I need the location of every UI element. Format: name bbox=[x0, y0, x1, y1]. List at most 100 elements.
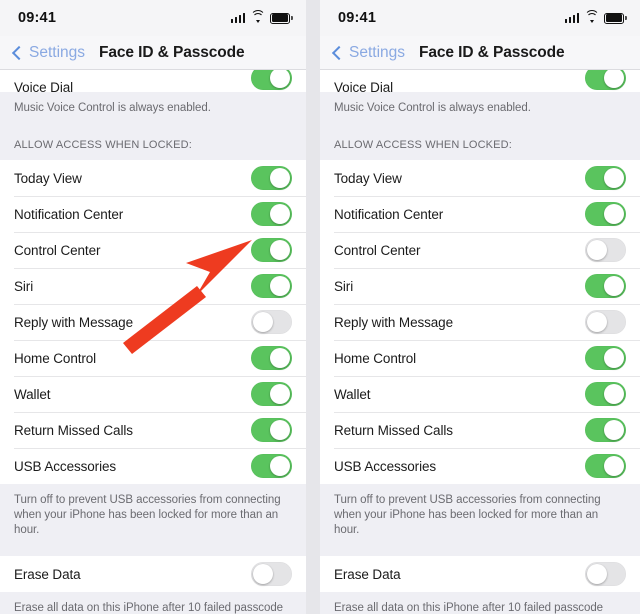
row-today-view[interactable]: Today View bbox=[0, 160, 306, 196]
row-label: Siri bbox=[334, 278, 354, 294]
row-label: Return Missed Calls bbox=[14, 422, 133, 438]
notification-center-toggle[interactable] bbox=[251, 202, 292, 226]
section-header-allow-access: ALLOW ACCESS WHEN LOCKED: bbox=[0, 125, 306, 160]
row-label: Notification Center bbox=[14, 206, 124, 222]
today-view-toggle[interactable] bbox=[585, 166, 626, 190]
back-button-label: Settings bbox=[29, 43, 86, 61]
page-title: Face ID & Passcode bbox=[99, 43, 245, 61]
row-label: Voice Dial bbox=[14, 80, 74, 92]
row-erase-data[interactable]: Erase Data bbox=[320, 556, 640, 592]
erase-data-note: Erase all data on this iPhone after 10 f… bbox=[320, 592, 640, 614]
panel-divider bbox=[306, 0, 320, 614]
usb-accessories-toggle[interactable] bbox=[251, 454, 292, 478]
return-missed-calls-toggle[interactable] bbox=[585, 418, 626, 442]
voice-dial-toggle[interactable] bbox=[585, 70, 626, 90]
row-label: Siri bbox=[14, 278, 34, 294]
row-label: Home Control bbox=[14, 350, 97, 366]
back-button[interactable]: Settings bbox=[11, 43, 86, 62]
usb-accessories-note: Turn off to prevent USB accessories from… bbox=[320, 484, 640, 547]
wallet-toggle[interactable] bbox=[251, 382, 292, 406]
note-text: Turn off to prevent USB accessories from… bbox=[334, 494, 601, 536]
back-button-label: Settings bbox=[349, 43, 406, 61]
row-voice-dial[interactable]: Voice Dial bbox=[0, 70, 306, 92]
row-siri[interactable]: Siri bbox=[320, 268, 640, 304]
iphone-screen-before: 09:41 Settings Face ID & Passcode Voice … bbox=[0, 0, 306, 614]
row-erase-data[interactable]: Erase Data bbox=[0, 556, 306, 592]
row-today-view[interactable]: Today View bbox=[320, 160, 640, 196]
home-control-toggle[interactable] bbox=[585, 346, 626, 370]
settings-list-before: Voice Dial Music Voice Control is always… bbox=[0, 70, 306, 614]
note-text-primary: Erase all data on this iPhone after 10 f… bbox=[14, 602, 284, 614]
row-label: Reply with Message bbox=[334, 314, 454, 330]
row-voice-dial[interactable]: Voice Dial bbox=[320, 70, 640, 92]
row-label: Erase Data bbox=[334, 566, 401, 582]
row-home-control[interactable]: Home Control bbox=[0, 340, 306, 376]
page-title: Face ID & Passcode bbox=[419, 43, 565, 61]
row-label: Control Center bbox=[334, 242, 421, 258]
today-view-toggle[interactable] bbox=[251, 166, 292, 190]
return-missed-calls-toggle[interactable] bbox=[251, 418, 292, 442]
voice-control-note: Music Voice Control is always enabled. bbox=[320, 92, 640, 125]
siri-toggle[interactable] bbox=[251, 274, 292, 298]
chevron-left-icon bbox=[11, 45, 27, 60]
section-header-label: ALLOW ACCESS WHEN LOCKED: bbox=[334, 139, 512, 151]
usb-accessories-toggle[interactable] bbox=[585, 454, 626, 478]
row-notification-center[interactable]: Notification Center bbox=[320, 196, 640, 232]
row-usb-accessories[interactable]: USB Accessories bbox=[320, 448, 640, 484]
row-return-missed-calls[interactable]: Return Missed Calls bbox=[320, 412, 640, 448]
row-reply-with-message[interactable]: Reply with Message bbox=[320, 304, 640, 340]
usb-accessories-note: Turn off to prevent USB accessories from… bbox=[0, 484, 306, 547]
note-text-primary: Erase all data on this iPhone after 10 f… bbox=[334, 602, 604, 614]
battery-icon bbox=[604, 12, 627, 24]
status-bar: 09:41 bbox=[0, 0, 306, 36]
row-label: Today View bbox=[14, 170, 82, 186]
note-spacer bbox=[320, 547, 640, 556]
back-button[interactable]: Settings bbox=[331, 43, 406, 62]
note-text: Music Voice Control is always enabled. bbox=[334, 102, 531, 114]
reply-with-message-toggle[interactable] bbox=[251, 310, 292, 334]
voice-dial-toggle[interactable] bbox=[251, 70, 292, 90]
row-label: USB Accessories bbox=[334, 458, 437, 474]
row-label: Today View bbox=[334, 170, 402, 186]
status-bar: 09:41 bbox=[320, 0, 640, 36]
wifi-icon bbox=[250, 9, 265, 23]
cellular-signal-icon bbox=[230, 13, 245, 23]
row-control-center[interactable]: Control Center bbox=[320, 232, 640, 268]
erase-data-toggle[interactable] bbox=[585, 562, 626, 586]
row-label: Home Control bbox=[334, 350, 417, 366]
navigation-bar: Settings Face ID & Passcode bbox=[320, 36, 640, 70]
comparison-screenshot: 09:41 Settings Face ID & Passcode Voice … bbox=[0, 0, 640, 614]
control-center-toggle[interactable] bbox=[251, 238, 292, 262]
siri-toggle[interactable] bbox=[585, 274, 626, 298]
row-control-center[interactable]: Control Center bbox=[0, 232, 306, 268]
erase-data-note: Erase all data on this iPhone after 10 f… bbox=[0, 592, 306, 614]
row-home-control[interactable]: Home Control bbox=[320, 340, 640, 376]
control-center-toggle[interactable] bbox=[585, 238, 626, 262]
row-siri[interactable]: Siri bbox=[0, 268, 306, 304]
status-bar-indicators bbox=[230, 9, 293, 24]
row-usb-accessories[interactable]: USB Accessories bbox=[0, 448, 306, 484]
navigation-bar: Settings Face ID & Passcode bbox=[0, 36, 306, 70]
erase-data-toggle[interactable] bbox=[251, 562, 292, 586]
row-wallet[interactable]: Wallet bbox=[320, 376, 640, 412]
home-control-toggle[interactable] bbox=[251, 346, 292, 370]
row-reply-with-message[interactable]: Reply with Message bbox=[0, 304, 306, 340]
battery-icon bbox=[270, 12, 293, 24]
wifi-icon bbox=[584, 9, 599, 23]
row-wallet[interactable]: Wallet bbox=[0, 376, 306, 412]
reply-with-message-toggle[interactable] bbox=[585, 310, 626, 334]
row-label: Erase Data bbox=[14, 566, 81, 582]
status-bar-time: 09:41 bbox=[18, 10, 57, 26]
row-label: Control Center bbox=[14, 242, 101, 258]
row-label: USB Accessories bbox=[14, 458, 117, 474]
cellular-signal-icon bbox=[564, 13, 579, 23]
notification-center-toggle[interactable] bbox=[585, 202, 626, 226]
settings-list-after: Voice Dial Music Voice Control is always… bbox=[320, 70, 640, 614]
row-return-missed-calls[interactable]: Return Missed Calls bbox=[0, 412, 306, 448]
status-bar-time: 09:41 bbox=[338, 10, 377, 26]
note-spacer bbox=[0, 547, 306, 556]
row-notification-center[interactable]: Notification Center bbox=[0, 196, 306, 232]
wallet-toggle[interactable] bbox=[585, 382, 626, 406]
note-text: Music Voice Control is always enabled. bbox=[14, 102, 211, 114]
row-label: Notification Center bbox=[334, 206, 444, 222]
